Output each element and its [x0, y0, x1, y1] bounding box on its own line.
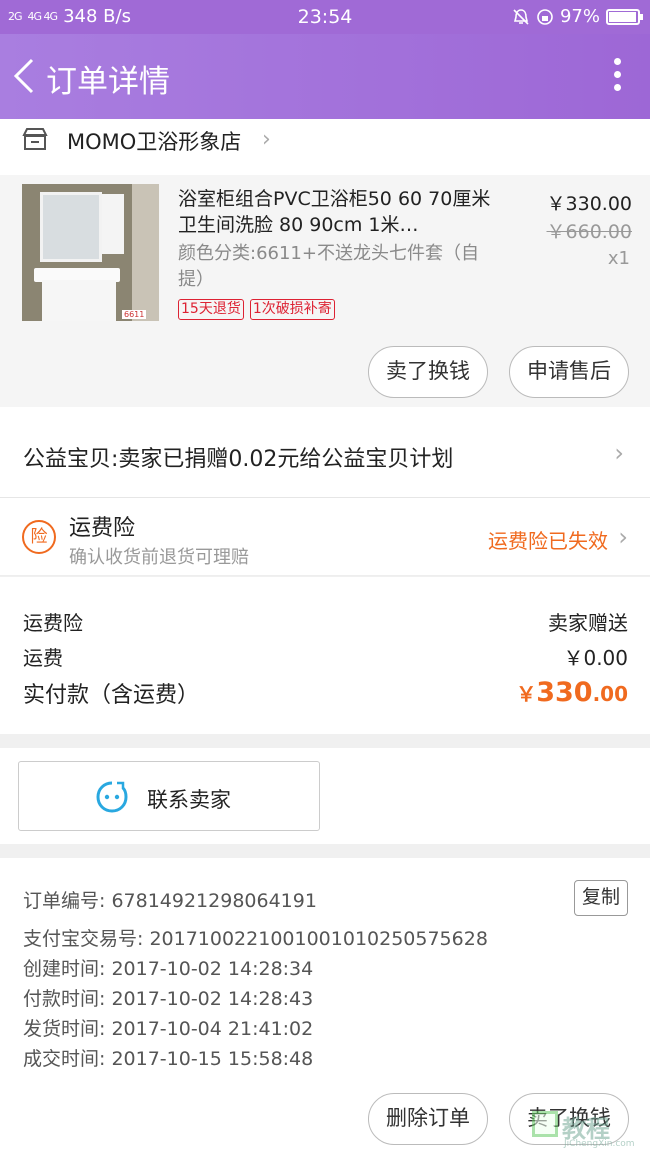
insurance-fee-label: 运费险: [23, 611, 83, 635]
alipay-number: 支付宝交易号: 2017100221001001010250575628: [23, 928, 488, 950]
shipping-fee-value: ￥0.00: [563, 646, 628, 670]
product-original-price: ￥660.00: [546, 221, 632, 243]
paid-amount-value: ￥330.00: [516, 677, 628, 709]
product-quantity: x1: [607, 248, 630, 269]
contact-seller-button[interactable]: 联系卖家: [18, 761, 320, 831]
sell-button[interactable]: 卖了换钱: [368, 346, 488, 398]
chevron-right-icon: ›: [614, 439, 624, 467]
chat-bubble-icon: [96, 781, 128, 813]
order-number: 订单编号: 67814921298064191: [23, 890, 317, 912]
site-watermark: 教程 JiChengXin.com: [528, 1103, 648, 1153]
paid-decimal: .00: [592, 682, 628, 706]
copy-button[interactable]: 复制: [574, 880, 628, 916]
title-bar: 订单详情: [0, 34, 650, 119]
product-title: 浴室柜组合PVC卫浴柜50 60 70厘米卫生间洗脸 80 90cm 1米…: [178, 188, 491, 236]
tag-damage: 1次破损补寄: [249, 299, 335, 320]
order-totals: 运费险 卖家赠送 运费 ￥0.00 实付款（含运费） ￥330.00: [0, 577, 650, 734]
shipping-fee-label: 运费: [23, 646, 63, 670]
contact-seller-label: 联系卖家: [147, 788, 231, 812]
paid-integer: 330: [536, 677, 593, 708]
product-item[interactable]: 6611 浴室柜组合PVC卫浴柜50 60 70厘米卫生间洗脸 80 90cm …: [0, 175, 650, 407]
store-icon: [22, 128, 48, 150]
page-title: 订单详情: [46, 64, 170, 100]
charity-row[interactable]: 公益宝贝:卖家已捐赠0.02元给公益宝贝计划 ›: [0, 407, 650, 498]
chevron-right-icon: ›: [262, 127, 271, 152]
battery-percent: 97%: [559, 6, 600, 27]
back-arrow-icon[interactable]: [10, 56, 40, 96]
watermark-logo-icon: [532, 1111, 558, 1137]
aftersale-button[interactable]: 申请售后: [509, 346, 629, 398]
completed-time: 成交时间: 2017-10-15 15:58:48: [23, 1048, 314, 1070]
mute-icon: [513, 8, 529, 25]
product-sku: 颜色分类:6611+不送龙头七件套（自提）: [178, 243, 479, 290]
product-price: ￥330.00: [546, 193, 632, 215]
delete-order-button[interactable]: 删除订单: [368, 1093, 488, 1145]
shop-row[interactable]: MOMO卫浴形象店 ›: [0, 119, 650, 175]
tag-return: 15天退货: [178, 299, 244, 320]
shop-name: MOMO卫浴形象店: [67, 130, 242, 154]
shipped-time: 发货时间: 2017-10-04 21:41:02: [23, 1018, 314, 1040]
created-time: 创建时间: 2017-10-02 14:28:34: [23, 958, 314, 980]
chevron-right-icon: ›: [618, 523, 628, 551]
insurance-fee-value: 卖家赠送: [548, 611, 628, 635]
watermark-subtext: JiChengXin.com: [564, 1139, 635, 1149]
contact-area: 联系卖家: [0, 748, 650, 844]
product-image[interactable]: 6611: [22, 184, 159, 321]
insurance-subtitle: 确认收货前退货可理赔: [69, 547, 249, 568]
insurance-status: 运费险已失效: [488, 529, 608, 553]
more-menu-icon[interactable]: [612, 58, 622, 94]
shipping-insurance-row[interactable]: 险 运费险 确认收货前退货可理赔 运费险已失效 ›: [0, 498, 650, 576]
battery-fill: [609, 11, 637, 22]
battery-icon: [606, 8, 643, 25]
product-image-tag: 6611: [122, 310, 147, 319]
paid-time: 付款时间: 2017-10-02 14:28:43: [23, 988, 314, 1010]
charity-text: 公益宝贝:卖家已捐赠0.02元给公益宝贝计划: [23, 447, 454, 472]
rotation-lock-icon: [537, 8, 553, 25]
insurance-badge-icon: 险: [22, 520, 56, 554]
product-tags: 15天退货 1次破损补寄: [178, 299, 335, 320]
status-bar: 2G 4G 4G 348 B/s 23:54 97%: [0, 0, 650, 34]
paid-currency: ￥: [516, 682, 537, 706]
insurance-title: 运费险: [69, 516, 136, 541]
paid-amount-label: 实付款（含运费）: [23, 683, 200, 708]
